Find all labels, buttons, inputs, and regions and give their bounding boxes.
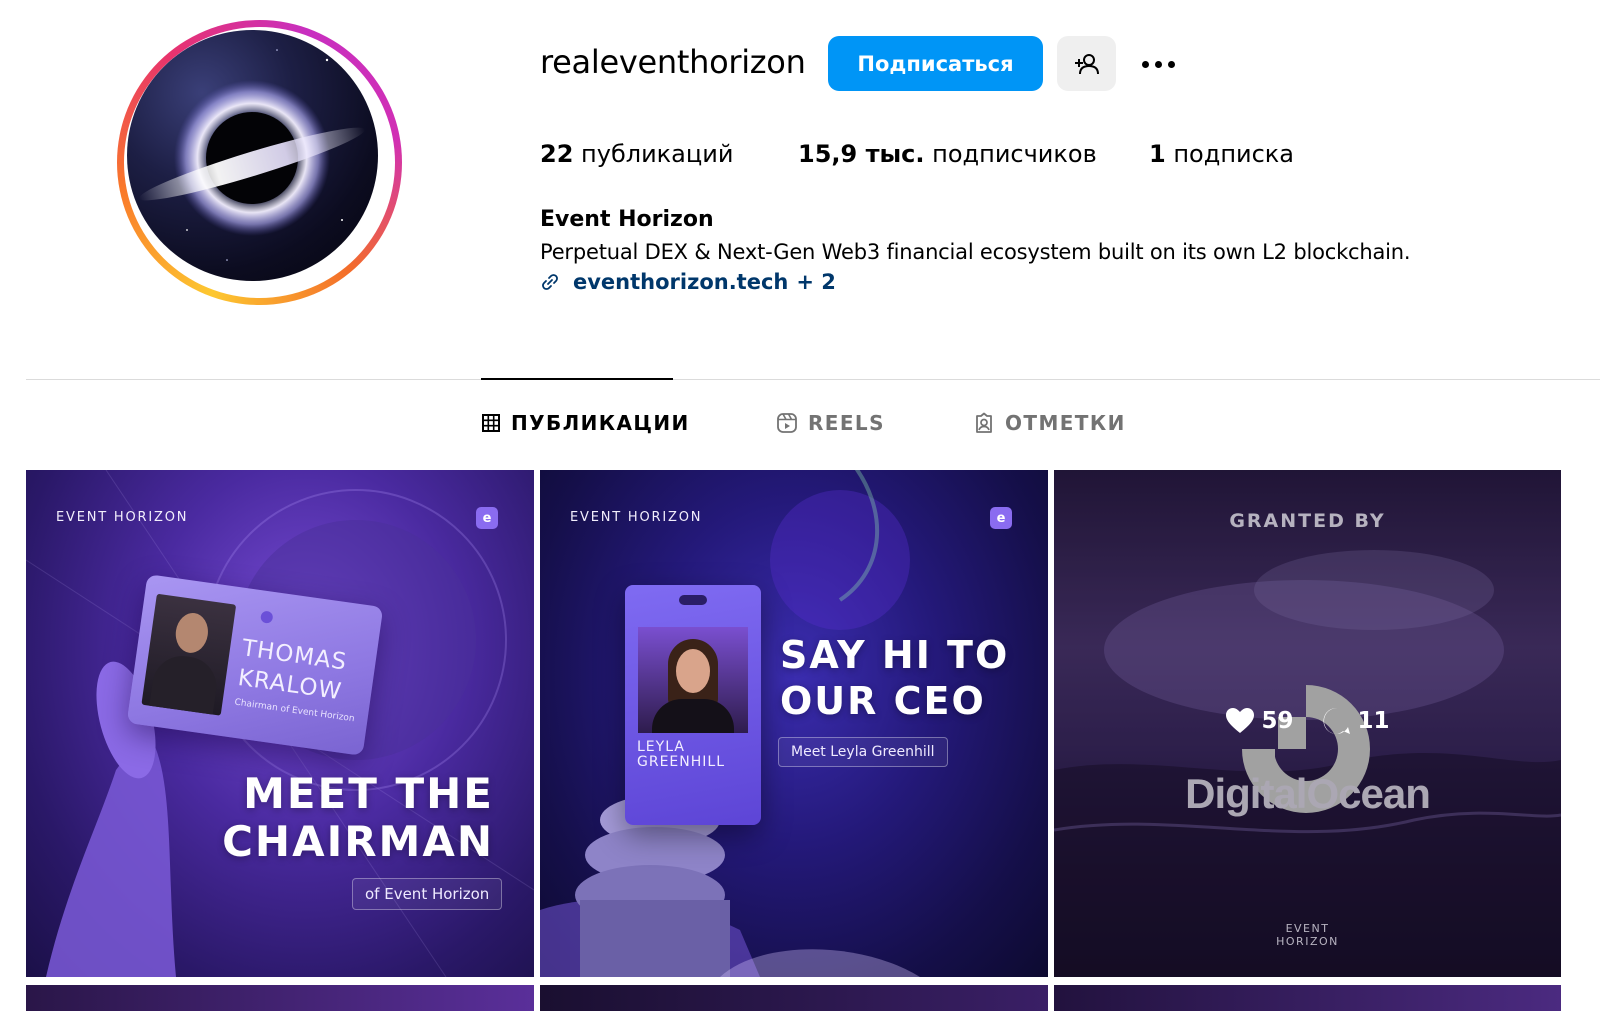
post-tile[interactable]: EVENT HORIZON e THOMAS KRALOW Chairman o…	[26, 470, 534, 977]
following-label: подписка	[1173, 140, 1294, 168]
comments-stat: 11	[1322, 706, 1390, 736]
chairman-photo	[141, 593, 237, 716]
comment-icon	[1322, 707, 1350, 734]
card-logo-icon	[259, 610, 274, 624]
badge-slot	[679, 595, 707, 605]
post-title-line2: CHAIRMAN	[222, 817, 494, 866]
person-plus-icon	[1074, 53, 1099, 74]
post-tile[interactable]: GRANTED BY DigitalOcean EVENT HORIZON 59…	[1054, 470, 1561, 977]
followers-stat[interactable]: 15,9 тыс. подписчиков	[798, 140, 1097, 168]
post-tile[interactable]	[540, 985, 1048, 1011]
suggested-accounts-button[interactable]	[1057, 36, 1116, 91]
profile-avatar-ring[interactable]	[117, 20, 402, 305]
photo-body	[148, 652, 221, 716]
tab-posts[interactable]: ПУБЛИКАЦИИ	[481, 411, 690, 435]
post-title-line1: MEET THE	[243, 769, 494, 818]
following-count: 1	[1149, 140, 1166, 168]
post-title: SAY HI TO OUR CEO	[780, 632, 1009, 724]
following-stat[interactable]: 1 подписка	[1149, 140, 1294, 168]
post-tile[interactable]	[1054, 985, 1561, 1011]
photo-face	[676, 649, 710, 693]
badge-name-line1: LEYLA	[637, 739, 685, 755]
brand-logo-icon: e	[990, 507, 1012, 529]
follow-button[interactable]: Подписаться	[828, 36, 1043, 91]
photo-body	[652, 699, 734, 733]
posts-label: публикаций	[581, 140, 734, 168]
followers-count: 15,9 тыс.	[798, 140, 925, 168]
photo-head	[173, 610, 211, 655]
tab-posts-label: ПУБЛИКАЦИИ	[511, 411, 690, 435]
badge-name-line2: GREENHILL	[637, 754, 725, 770]
post-brand-label: EVENT HORIZON	[56, 510, 189, 525]
posts-stat: 22 публикаций	[540, 140, 733, 168]
comments-count: 11	[1357, 708, 1390, 734]
post-title-line2: OUR CEO	[780, 679, 986, 723]
profile-bio: Perpetual DEX & Next-Gen Web3 financial …	[540, 240, 1411, 264]
more-options-button[interactable]	[1130, 44, 1186, 84]
post-subtitle: of Event Horizon	[352, 878, 503, 910]
tab-tagged-label: ОТМЕТКИ	[1005, 411, 1126, 435]
post-tile[interactable]	[26, 985, 534, 1011]
likes-stat: 59	[1225, 707, 1294, 735]
post-hover-stats: 59 11	[1054, 706, 1561, 736]
post-brand-label: EVENT HORIZON	[570, 510, 703, 525]
brand-logo-icon: e	[476, 507, 498, 529]
heart-icon	[1226, 708, 1255, 733]
more-dots-icon	[1167, 60, 1175, 68]
profile-username: realeventhorizon	[540, 43, 806, 81]
followers-label: подписчиков	[932, 140, 1097, 168]
tab-reels-label: REELS	[808, 411, 885, 435]
profile-link[interactable]: eventhorizon.tech	[573, 270, 788, 294]
black-hole-image	[139, 49, 365, 261]
posts-count: 22	[540, 140, 574, 168]
tabs-divider	[26, 379, 1600, 380]
ceo-photo	[638, 627, 748, 733]
more-dots-icon	[1154, 60, 1162, 68]
card-name: THOMAS KRALOW	[236, 633, 349, 707]
post-title-line1: SAY HI TO	[780, 633, 1010, 677]
badge-name: LEYLA GREENHILL	[637, 740, 725, 770]
link-icon	[542, 274, 558, 290]
more-dots-icon	[1141, 60, 1149, 68]
post-title: MEET THE CHAIRMAN	[212, 770, 494, 866]
tab-tagged[interactable]: ОТМЕТКИ	[973, 411, 1126, 435]
profile-full-name: Event Horizon	[540, 207, 714, 232]
post-tile[interactable]: EVENT HORIZON e LEYLA GREENHILL SAY HI T…	[540, 470, 1048, 977]
reels-icon	[777, 413, 797, 433]
active-tab-indicator	[481, 378, 673, 380]
grid-icon	[482, 414, 500, 432]
id-badge-graphic: LEYLA GREENHILL	[625, 585, 761, 825]
post-subtitle: Meet Leyla Greenhill	[778, 737, 948, 767]
profile-avatar[interactable]	[127, 30, 378, 281]
profile-link-row[interactable]: eventhorizon.tech + 2	[540, 270, 836, 294]
tagged-icon	[976, 412, 992, 433]
profile-link-extra[interactable]: + 2	[796, 270, 836, 294]
tab-reels[interactable]: REELS	[776, 411, 885, 435]
likes-count: 59	[1261, 708, 1294, 734]
